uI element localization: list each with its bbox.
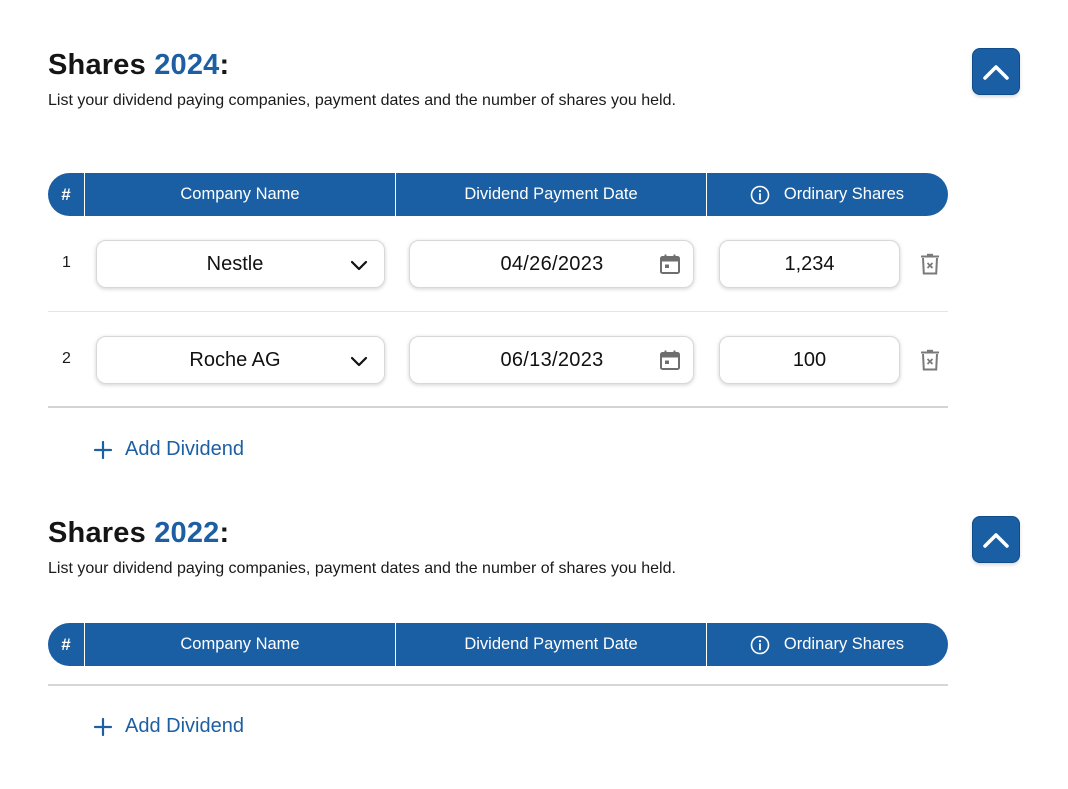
trash-icon[interactable] bbox=[920, 253, 940, 275]
payment-date-value: 06/13/2023 bbox=[500, 348, 604, 371]
section-title: Shares 2024: bbox=[48, 49, 230, 81]
table-header: # Company Name Dividend Payment Date Ord… bbox=[48, 173, 948, 216]
table-header: # Company Name Dividend Payment Date Ord… bbox=[48, 623, 948, 666]
row-number: 1 bbox=[62, 254, 71, 271]
add-dividend-label: Add Dividend bbox=[125, 715, 244, 737]
row-number: 2 bbox=[62, 350, 71, 367]
dividends-table: # Company Name Dividend Payment Date Ord… bbox=[48, 173, 948, 408]
company-select-value: Roche AG bbox=[189, 348, 281, 371]
section-subtitle: List your dividend paying companies, pay… bbox=[48, 560, 676, 577]
info-icon[interactable] bbox=[750, 185, 770, 205]
payment-date-input[interactable]: 04/26/2023 bbox=[409, 240, 694, 288]
header-company-name: Company Name bbox=[85, 173, 396, 216]
collapse-section-button[interactable] bbox=[972, 48, 1020, 95]
section-year: 2024 bbox=[154, 49, 220, 81]
header-ordinary-shares-label: Ordinary Shares bbox=[783, 635, 905, 653]
header-number: # bbox=[48, 173, 85, 216]
calendar-icon[interactable] bbox=[659, 349, 681, 371]
section-title: Shares 2022: bbox=[48, 517, 230, 549]
plus-icon bbox=[93, 440, 113, 459]
chevron-down-icon bbox=[350, 356, 368, 367]
shares-input[interactable]: 100 bbox=[719, 336, 900, 384]
company-select-value: Nestle bbox=[206, 252, 264, 275]
header-ordinary-shares: Ordinary Shares bbox=[707, 623, 947, 666]
header-number: # bbox=[48, 623, 85, 666]
header-company-name: Company Name bbox=[85, 623, 396, 666]
section-year: 2022 bbox=[154, 517, 220, 549]
dividends-table: # Company Name Dividend Payment Date Ord… bbox=[48, 623, 948, 686]
header-ordinary-shares-label: Ordinary Shares bbox=[783, 185, 905, 203]
table-row: 1 Nestle 04/26/2023 1,234 bbox=[48, 216, 948, 312]
trash-icon[interactable] bbox=[920, 349, 940, 371]
chevron-down-icon bbox=[350, 260, 368, 271]
company-select[interactable]: Nestle bbox=[96, 240, 385, 288]
company-select[interactable]: Roche AG bbox=[96, 336, 385, 384]
shares-section-2022: Shares 2022: List your dividend paying c… bbox=[48, 514, 1020, 737]
header-payment-date: Dividend Payment Date bbox=[396, 623, 707, 666]
table-divider bbox=[48, 684, 948, 686]
chevron-up-icon bbox=[983, 64, 1009, 80]
payment-date-input[interactable]: 06/13/2023 bbox=[409, 336, 694, 384]
section-subtitle: List your dividend paying companies, pay… bbox=[48, 92, 676, 109]
shares-value: 1,234 bbox=[784, 252, 835, 275]
add-dividend-label: Add Dividend bbox=[125, 438, 244, 460]
payment-date-value: 04/26/2023 bbox=[500, 252, 604, 275]
chevron-up-icon bbox=[983, 532, 1009, 548]
calendar-icon[interactable] bbox=[659, 253, 681, 275]
shares-value: 100 bbox=[792, 348, 827, 371]
add-dividend-button[interactable]: Add Dividend bbox=[93, 715, 244, 738]
plus-icon bbox=[93, 717, 113, 736]
header-payment-date: Dividend Payment Date bbox=[396, 173, 707, 216]
info-icon[interactable] bbox=[750, 635, 770, 655]
add-dividend-button[interactable]: Add Dividend bbox=[93, 438, 244, 461]
table-row: 2 Roche AG 06/13/2023 100 bbox=[48, 312, 948, 408]
shares-section-2024: Shares 2024: List your dividend paying c… bbox=[48, 46, 1020, 460]
collapse-section-button[interactable] bbox=[972, 516, 1020, 563]
shares-input[interactable]: 1,234 bbox=[719, 240, 900, 288]
header-ordinary-shares: Ordinary Shares bbox=[707, 173, 947, 216]
